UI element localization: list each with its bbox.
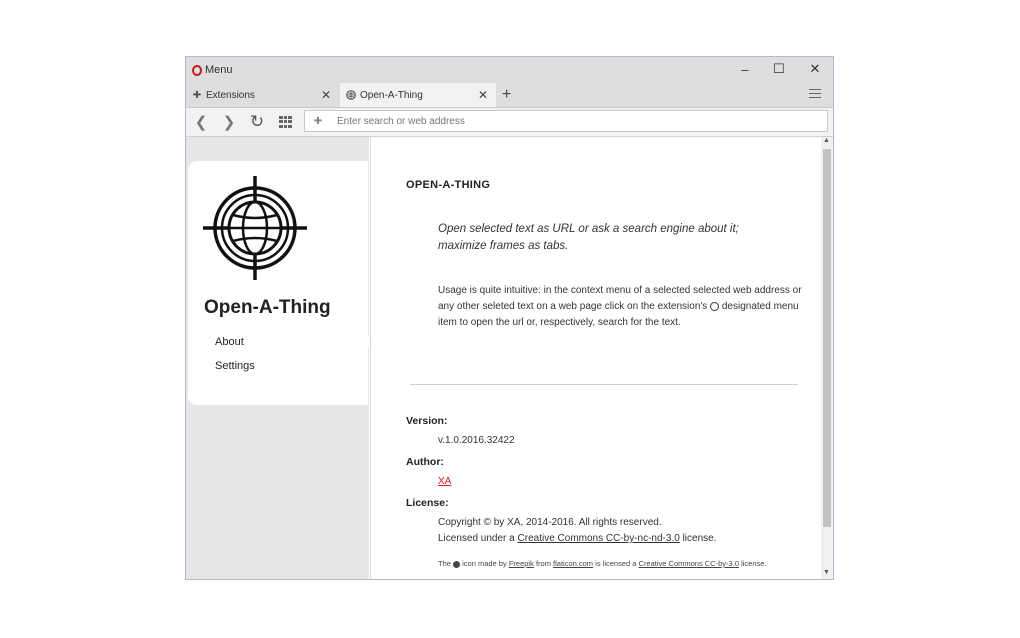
close-tab-icon[interactable]: ✕ [321,88,331,102]
scrollbar-thumb[interactable] [823,149,831,527]
new-tab-button[interactable]: + [502,86,511,104]
credit-author-link[interactable]: Freepik [509,559,534,568]
page-content: Open-A-Thing About Settings OPEN-A-THING… [186,137,833,579]
speed-dial-grid-icon[interactable] [279,116,292,128]
page-title: OPEN-A-THING [406,179,491,191]
tab-extensions[interactable]: ✚ Extensions ✕ [186,83,339,107]
extension-name: Open-A-Thing [204,297,331,318]
tab-menu-icon[interactable] [809,89,821,101]
puzzle-icon: ✚ [192,89,202,101]
close-tab-icon[interactable]: ✕ [478,88,488,102]
sidebar-item-settings[interactable]: Settings [215,360,255,372]
back-button[interactable]: ❮ [192,113,210,131]
credit-icon-made-by: icon made by [462,559,507,568]
browser-window: Menu – ☐ ✕ ✚ Extensions ✕ Open-A-Thing ✕… [185,56,834,580]
version-label: Version: [406,415,448,427]
scroll-up-icon[interactable]: ▲ [823,137,830,144]
about-panel: OPEN-A-THING Open selected text as URL o… [370,137,821,579]
maximize-button[interactable]: ☐ [766,59,792,79]
crosshair-globe-icon [203,176,307,280]
divider [410,384,798,385]
forward-button[interactable]: ❯ [220,113,238,131]
credit-the: The [438,559,451,568]
tab-bar: ✚ Extensions ✕ Open-A-Thing ✕ + [186,83,833,108]
tab-label: Open-A-Thing [360,89,423,101]
credit-site-link[interactable]: flaticon.com [553,559,593,568]
minimize-button[interactable]: – [732,59,758,79]
sidebar: Open-A-Thing About Settings [186,137,370,579]
scroll-down-icon[interactable]: ▼ [823,569,830,576]
icon-credit: The icon made by Freepik from flaticon.c… [438,559,798,569]
tab-label: Extensions [206,89,255,101]
tagline: Open selected text as URL or ask a searc… [438,223,739,252]
credit-license-link[interactable]: Creative Commons CC-by-3.0 [639,559,739,568]
selected-indicator [362,335,370,349]
credit-is-licensed: is licensed a [595,559,637,568]
license-link[interactable]: Creative Commons CC-by-nc-nd-3.0 [518,533,680,544]
address-bar[interactable]: ✚ [304,110,828,132]
globe-icon [346,90,356,100]
scrollbar[interactable]: ▲ ▼ [821,137,833,579]
navigation-toolbar: ❮ ❯ ↻ ✚ [186,108,833,137]
copyright-text: Copyright © by XA, 2014-2016. All rights… [438,517,662,528]
sidebar-item-about[interactable]: About [215,336,244,348]
menu-label: Menu [205,64,233,76]
sidebar-card: Open-A-Thing About Settings [188,161,370,405]
reload-button[interactable]: ↻ [248,112,266,131]
title-bar: Menu – ☐ ✕ [186,57,833,83]
tab-open-a-thing[interactable]: Open-A-Thing ✕ [340,83,496,107]
address-input[interactable] [335,114,819,128]
usage-text: Usage is quite intuitive: in the context… [438,283,808,331]
puzzle-icon: ✚ [313,115,323,127]
credit-end: license. [741,559,767,568]
license-suffix: license. [682,533,717,544]
close-window-button[interactable]: ✕ [802,59,828,79]
license-prefix: Licensed under a [438,533,515,544]
author-link[interactable]: XA [438,476,451,487]
author-label: Author: [406,456,444,468]
credit-from: from [535,559,551,568]
license-label: License: [406,497,449,509]
globe-icon [453,560,461,568]
license-text: Licensed under a Creative Commons CC-by-… [438,533,716,544]
opera-menu-button[interactable]: Menu [192,63,233,77]
globe-icon [710,301,720,311]
version-value: v.1.0.2016.32422 [438,435,515,446]
opera-logo-icon [192,64,202,76]
